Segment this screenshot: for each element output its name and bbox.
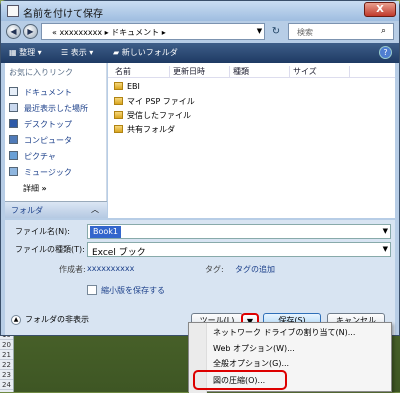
column-name[interactable]: 名前 (112, 66, 170, 77)
row-number: 20 (0, 340, 13, 350)
column-size[interactable]: サイズ (290, 66, 350, 77)
author-label: 作成者: (59, 265, 86, 274)
address-path: « xxxxxxxxx ▸ ドキュメント ▸ (52, 28, 166, 37)
tools-menu: ネットワーク ドライブの割り当て(N)... Web オプション(W)... 全… (188, 322, 392, 393)
organize-button[interactable]: ▦ 整理 ▾ (9, 47, 42, 58)
menu-item-map-network-drive[interactable]: ネットワーク ドライブの割り当て(N)... (213, 327, 355, 338)
file-name: EBI (127, 82, 140, 91)
list-item[interactable]: マイ PSP ファイル (114, 96, 195, 109)
row-number: 21 (0, 350, 13, 360)
views-icon: ☰ (61, 48, 71, 57)
chevron-up-icon: ︿ (91, 205, 99, 214)
music-icon (9, 167, 18, 176)
sidebar-item-recent[interactable]: 最近表示した場所 (9, 103, 88, 117)
sidebar-item-label: コンピュータ (24, 136, 72, 145)
close-button[interactable]: X (364, 2, 396, 17)
column-header: 名前 更新日時 種類 サイズ (108, 65, 395, 78)
favorites-heading: お気に入りリンク (9, 68, 73, 77)
column-modified[interactable]: 更新日時 (170, 66, 230, 77)
filetype-select[interactable]: Excel ブック ▼ (87, 242, 391, 258)
sidebar-item-computer[interactable]: コンピュータ (9, 135, 72, 149)
tags-label: タグ: (205, 265, 224, 274)
sidebar-item-pictures[interactable]: ピクチャ (9, 151, 56, 165)
chevron-down-icon[interactable]: ▼ (254, 24, 265, 39)
organize-icon: ▦ (9, 48, 20, 57)
sidebar-item-desktop[interactable]: デスクトップ (9, 119, 72, 133)
filetype-label: ファイルの種類(T): (15, 245, 85, 254)
more-chevron-icon: » (41, 184, 47, 193)
refresh-icon[interactable]: ↻ (269, 24, 283, 39)
help-icon[interactable]: ? (379, 46, 392, 59)
sidebar-item-music[interactable]: ミュージック (9, 167, 72, 181)
tags-value[interactable]: タグの追加 (235, 264, 275, 275)
list-item[interactable]: 共有フォルダ (114, 124, 175, 137)
filetype-value: Excel ブック (92, 248, 146, 258)
new-folder-button[interactable]: ▰ 新しいフォルダ (113, 47, 178, 58)
chevron-down-icon[interactable]: ▼ (383, 243, 388, 256)
new-folder-label: 新しいフォルダ (121, 48, 178, 57)
list-item[interactable]: EBI (114, 82, 140, 95)
row-number: 22 (0, 360, 13, 370)
excel-icon (7, 5, 19, 17)
folder-icon: ▰ (113, 48, 122, 57)
shared-folder-icon (114, 125, 123, 133)
search-icon[interactable]: ⌕ (381, 26, 386, 36)
favorite-links-pane: お気に入りリンク ドキュメント 最近表示した場所 デスクトップ コンピュータ ピ… (5, 63, 107, 201)
folders-toggle[interactable]: フォルダ ︿ (5, 201, 107, 218)
command-toolbar: ▦ 整理 ▾ ☰ 表示 ▾ ▰ 新しいフォルダ ? (1, 43, 399, 63)
search-placeholder: 検索 (297, 28, 313, 37)
more-label: 詳細 (23, 184, 39, 193)
sidebar-item-label: デスクトップ (24, 120, 72, 129)
menu-item-web-options[interactable]: Web オプション(W)... (213, 343, 295, 354)
sidebar-item-label: ドキュメント (24, 88, 72, 97)
address-field[interactable]: « xxxxxxxxx ▸ ドキュメント ▸ ▼ (41, 23, 265, 40)
views-label: 表示 (70, 48, 87, 57)
back-arrow-icon[interactable]: ◀ (6, 24, 21, 39)
views-button[interactable]: ☰ 表示 ▾ (61, 47, 93, 58)
search-input[interactable]: 検索 ⌕ (288, 23, 394, 40)
row-number: 24 (0, 380, 13, 390)
chevron-down-icon[interactable]: ▼ (383, 225, 388, 238)
folders-label: フォルダ (11, 206, 43, 215)
computer-icon (9, 135, 18, 144)
sidebar-item-label: 最近表示した場所 (24, 104, 88, 113)
sidebar-item-documents[interactable]: ドキュメント (9, 87, 72, 101)
filename-value: Book1 (90, 226, 121, 238)
file-name: 共有フォルダ (127, 125, 175, 134)
sidebar-item-label: ピクチャ (24, 152, 56, 161)
documents-icon (9, 87, 18, 96)
list-item[interactable]: 受信したファイル (114, 110, 191, 123)
file-list: 名前 更新日時 種類 サイズ EBI マイ PSP ファイル 受信したファイル … (108, 63, 395, 218)
menu-item-general-options[interactable]: 全般オプション(G)... (213, 358, 289, 369)
row-number: 23 (0, 370, 13, 380)
save-form: ファイル名(N): Book1 ▼ ファイルの種類(T): Excel ブック … (5, 220, 395, 310)
desktop-icon (9, 119, 18, 128)
dialog-title: 名前を付けて保存 (23, 9, 103, 20)
folder-icon (114, 97, 123, 105)
hide-folders-link[interactable]: フォルダの非表示 (25, 314, 89, 325)
row-numbers: 19 20 21 22 23 24 (0, 330, 14, 392)
title-bar: 名前を付けて保存 X (1, 1, 399, 21)
filename-field[interactable]: Book1 ▼ (87, 224, 391, 239)
filename-label: ファイル名(N): (15, 227, 70, 236)
menu-item-compress-pictures[interactable]: 図の圧縮(O)... (213, 375, 265, 386)
thumbnail-checkbox[interactable] (87, 285, 97, 295)
sidebar-item-label: ミュージック (24, 168, 72, 177)
organize-label: 整理 (19, 48, 36, 57)
author-value[interactable]: xxxxxxxxxx (87, 264, 134, 273)
file-name: 受信したファイル (127, 111, 191, 120)
folder-icon (114, 111, 123, 119)
folder-icon (114, 82, 123, 90)
chevron-up-icon[interactable]: ▲ (11, 315, 21, 325)
thumbnail-label[interactable]: 縮小版を保存する (101, 285, 165, 296)
address-bar: ◀ ▶ « xxxxxxxxx ▸ ドキュメント ▸ ▼ ↻ 検索 ⌕ (1, 21, 399, 43)
recent-places-icon (9, 103, 18, 112)
more-links[interactable]: 詳細 » (23, 183, 47, 197)
pictures-icon (9, 151, 18, 160)
column-type[interactable]: 種類 (230, 66, 290, 77)
save-as-dialog: 名前を付けて保存 X ◀ ▶ « xxxxxxxxx ▸ ドキュメント ▸ ▼ … (0, 0, 400, 336)
file-name: マイ PSP ファイル (127, 97, 195, 106)
forward-arrow-icon[interactable]: ▶ (23, 24, 38, 39)
